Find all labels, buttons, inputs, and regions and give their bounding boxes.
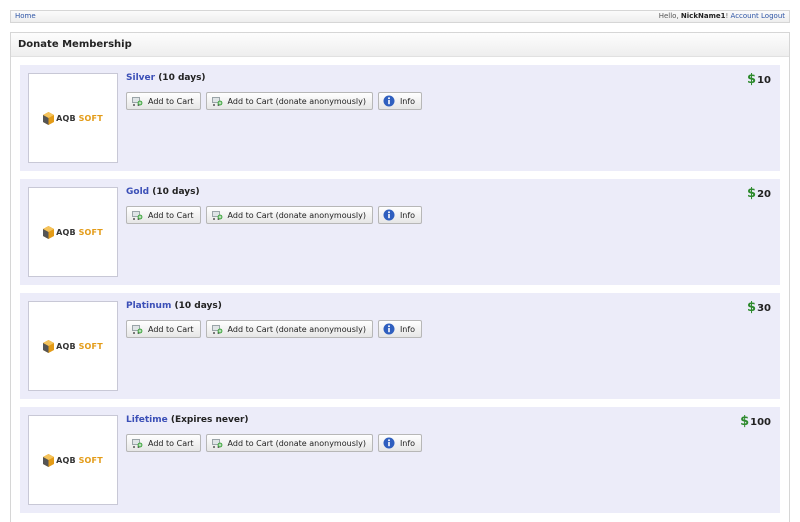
panel-title: Donate Membership [11,33,789,57]
account-link[interactable]: Account [731,12,759,20]
info-label: Info [399,210,416,220]
donate-membership-panel: Donate Membership AQB SOFT Silver (10 da… [10,32,790,522]
price-value: 30 [757,303,771,314]
cart-add-icon [132,439,143,448]
logo-text-aqb: AQB [56,227,76,237]
cart-add-icon [132,97,143,106]
add-to-cart-anonymous-label: Add to Cart (donate anonymously) [227,324,366,334]
add-to-cart-label: Add to Cart [148,438,194,448]
product-image[interactable]: AQB SOFT [28,187,118,277]
product-name-link[interactable]: Platinum [126,301,171,311]
cart-add-icon [211,211,222,220]
product-actions: Add to Cart Add to Cart (donate anonymou… [126,206,423,224]
info-label: Info [399,324,416,334]
info-button[interactable]: Info [377,92,423,110]
product-actions: Add to Cart Add to Cart (donate anonymou… [126,92,423,110]
greeting-text: Hello, [658,12,681,20]
add-to-cart-label: Add to Cart [148,210,194,220]
info-label: Info [399,438,416,448]
price-currency: $ [747,300,757,315]
product-duration: (10 days) [155,73,206,83]
aqb-cube-logo-icon [43,453,55,467]
cart-add-icon [211,325,222,334]
username: NickName1 [680,12,726,20]
info-icon [383,209,395,221]
add-to-cart-anonymous-button[interactable]: Add to Cart (donate anonymously) [205,320,373,338]
aqb-soft-logo: AQB SOFT [43,111,103,125]
add-to-cart-button[interactable]: Add to Cart [126,92,201,110]
product-row-gold: AQB SOFT Gold (10 days) Add to Cart Add … [20,179,780,285]
logo-text-aqb: AQB [56,455,76,465]
add-to-cart-anonymous-label: Add to Cart (donate anonymously) [227,96,366,106]
aqb-cube-logo-icon [43,225,55,239]
aqb-soft-logo: AQB SOFT [43,225,103,239]
product-duration: (10 days) [171,301,222,311]
info-label: Info [399,96,416,106]
price-value: 10 [757,75,771,86]
top-navigation-bar: Home Hello, NickName1! Account Logout [10,10,790,23]
product-actions: Add to Cart Add to Cart (donate anonymou… [126,320,423,338]
product-name-link[interactable]: Lifetime [126,415,168,425]
logo-text-soft: SOFT [78,113,103,123]
cart-add-icon [211,97,222,106]
product-title: Gold (10 days) [126,187,200,197]
product-price: $30 [747,300,771,315]
product-price: $100 [740,414,771,429]
price-currency: $ [747,72,757,87]
info-icon [383,437,395,449]
aqb-cube-logo-icon [43,339,55,353]
product-title: Silver (10 days) [126,73,206,83]
user-greeting: Hello, NickName1! Account Logout [659,11,785,22]
price-currency: $ [747,186,757,201]
add-to-cart-label: Add to Cart [148,96,194,106]
cart-add-icon [132,211,143,220]
add-to-cart-anonymous-button[interactable]: Add to Cart (donate anonymously) [205,92,373,110]
product-name-link[interactable]: Gold [126,187,149,197]
add-to-cart-label: Add to Cart [148,324,194,334]
home-link[interactable]: Home [15,11,36,22]
product-title: Lifetime (Expires never) [126,415,249,425]
greeting-separator: ! [725,12,729,20]
logo-text-soft: SOFT [78,341,103,351]
product-row-silver: AQB SOFT Silver (10 days) Add to Cart Ad… [20,65,780,171]
product-image[interactable]: AQB SOFT [28,415,118,505]
info-button[interactable]: Info [377,320,423,338]
add-to-cart-button[interactable]: Add to Cart [126,434,201,452]
aqb-cube-logo-icon [43,111,55,125]
cart-add-icon [211,439,222,448]
product-image[interactable]: AQB SOFT [28,301,118,391]
add-to-cart-anonymous-button[interactable]: Add to Cart (donate anonymously) [205,434,373,452]
aqb-soft-logo: AQB SOFT [43,453,103,467]
logo-text-soft: SOFT [78,227,103,237]
product-name-link[interactable]: Silver [126,73,155,83]
price-value: 100 [750,417,771,428]
aqb-soft-logo: AQB SOFT [43,339,103,353]
info-icon [383,323,395,335]
info-button[interactable]: Info [377,434,423,452]
product-row-platinum: AQB SOFT Platinum (10 days) Add to Cart … [20,293,780,399]
info-button[interactable]: Info [377,206,423,224]
product-row-lifetime: AQB SOFT Lifetime (Expires never) Add to… [20,407,780,513]
product-title: Platinum (10 days) [126,301,222,311]
add-to-cart-anonymous-label: Add to Cart (donate anonymously) [227,210,366,220]
add-to-cart-anonymous-button[interactable]: Add to Cart (donate anonymously) [205,206,373,224]
logout-link[interactable]: Logout [761,12,785,20]
product-price: $10 [747,72,771,87]
product-duration: (Expires never) [167,415,249,425]
add-to-cart-button[interactable]: Add to Cart [126,320,201,338]
product-image[interactable]: AQB SOFT [28,73,118,163]
logo-text-aqb: AQB [56,113,76,123]
product-duration: (10 days) [149,187,200,197]
product-price: $20 [747,186,771,201]
info-icon [383,95,395,107]
product-actions: Add to Cart Add to Cart (donate anonymou… [126,434,423,452]
logo-text-soft: SOFT [78,455,103,465]
price-value: 20 [757,189,771,200]
logo-text-aqb: AQB [56,341,76,351]
add-to-cart-button[interactable]: Add to Cart [126,206,201,224]
cart-add-icon [132,325,143,334]
add-to-cart-anonymous-label: Add to Cart (donate anonymously) [227,438,366,448]
price-currency: $ [740,414,750,429]
